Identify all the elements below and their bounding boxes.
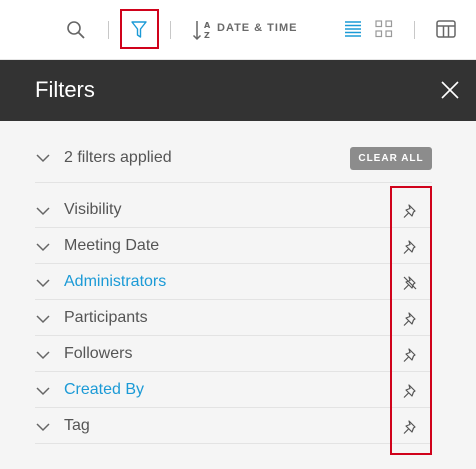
svg-text:A: A [204,21,211,30]
chevron-down-icon[interactable] [35,203,51,219]
filter-label[interactable]: Meeting Date [64,237,159,255]
filter-row[interactable]: Meeting Date [35,229,432,264]
clear-all-button[interactable]: CLEAR ALL [350,147,432,170]
panel-title: Filters [35,77,95,102]
chevron-down-icon[interactable] [35,419,51,435]
chevron-down-icon[interactable] [35,239,51,255]
filters-panel-header: Filters [0,60,476,121]
filters-summary: 2 filters applied CLEAR ALL [35,141,432,183]
filter-button-highlight [120,9,159,49]
filter-row[interactable]: Tag [35,409,432,444]
filter-label[interactable]: Created By [64,381,144,399]
chevron-down-icon[interactable] [35,347,51,363]
sort-label[interactable]: DATE & TIME [217,22,297,34]
toolbar: A Z DATE & TIME [0,0,476,60]
filter-row[interactable]: Visibility [35,193,432,228]
list-view-icon [345,21,361,37]
toolbar-divider [108,21,109,39]
close-button[interactable] [438,78,462,102]
search-icon [67,21,85,39]
pin-column-highlight [390,186,432,455]
toolbar-divider [170,21,171,39]
columns-icon [436,20,456,38]
search-button[interactable] [64,18,88,42]
chevron-down-icon[interactable] [35,383,51,399]
list-view-button[interactable] [341,17,365,41]
close-icon [441,81,459,99]
filter-label[interactable]: Visibility [64,201,122,219]
columns-button[interactable] [434,17,458,41]
chevron-down-icon[interactable] [35,275,51,291]
sort-az-icon: A Z [192,21,211,41]
svg-text:Z: Z [204,31,210,40]
toolbar-divider [414,21,415,39]
filter-label[interactable]: Tag [64,417,90,435]
filter-row[interactable]: Participants [35,301,432,336]
filter-row[interactable]: Followers [35,337,432,372]
filters-applied-text: 2 filters applied [64,149,172,166]
chevron-down-icon[interactable] [35,311,51,327]
filter-label[interactable]: Participants [64,309,148,327]
grid-view-icon [375,20,393,38]
filter-label[interactable]: Followers [64,345,132,363]
sort-button[interactable]: A Z [191,17,215,43]
grid-view-button[interactable] [372,17,396,41]
filter-label[interactable]: Administrators [64,273,166,291]
chevron-down-icon[interactable] [35,150,51,166]
filter-row[interactable]: Administrators [35,265,432,300]
filter-row[interactable]: Created By [35,373,432,408]
